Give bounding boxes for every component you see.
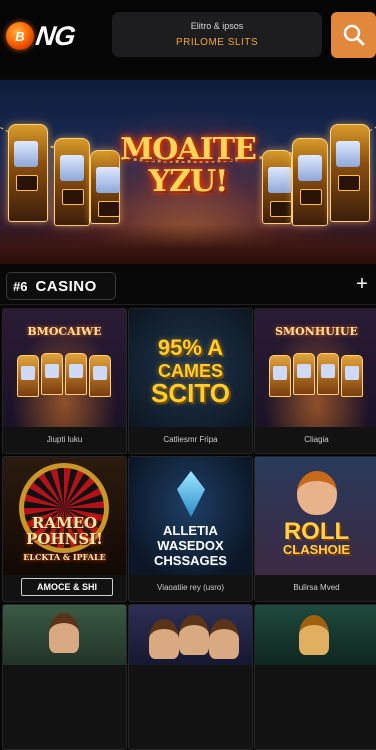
game-art-title: ALLETIA WASEDOX CHSSAGES (129, 523, 252, 568)
game-art-line: CLASHOIE (282, 542, 351, 557)
search-icon (343, 24, 364, 46)
promo-title: PRILOME SLITS (175, 37, 259, 48)
game-thumbnail (255, 605, 376, 665)
game-thumbnail: SMONHUIUE (255, 309, 376, 427)
game-art-title: SMONHUIUE (275, 325, 358, 338)
game-caption: Viaoatiie rey (usro) (157, 583, 224, 592)
slot-machine-illustration (17, 355, 39, 397)
game-art-line: ELCKTA & IPFALE (23, 552, 106, 562)
plus-icon: + (356, 272, 368, 295)
logo-text: NG (33, 20, 77, 51)
character-illustration (209, 619, 239, 659)
game-card[interactable]: SMONHUIUE Cliagia (254, 308, 376, 454)
game-card[interactable]: ALLETIA WASEDOX CHSSAGES Viaoatiie rey (… (128, 456, 253, 602)
app-header: B NG Elitro & ipsos PRILOME SLITS (0, 0, 376, 76)
game-art-line: WASEDOX (157, 538, 224, 553)
game-thumbnail (3, 605, 126, 665)
game-card[interactable]: RAMEO POHNSI! ELCKTA & IPFALE AMOCE & SH… (2, 456, 127, 602)
game-card[interactable]: 95% A CAMES SCITO Catliesmr Fripa (128, 308, 253, 454)
slot-machine-illustration (65, 353, 87, 395)
add-button[interactable]: + (352, 272, 372, 295)
slot-machine-illustration (8, 124, 48, 222)
game-thumbnail: RAMEO POHNSI! ELCKTA & IPFALE (3, 457, 126, 575)
hero-title-line1: MOAITE (120, 132, 257, 167)
category-label: CASINO (35, 277, 97, 295)
game-caption: Jiupti luku (46, 435, 83, 444)
hero-banner[interactable]: MOAITE YZU! (0, 80, 376, 264)
slot-machine-illustration (89, 355, 111, 397)
promo-banner[interactable]: Elitro & ipsos PRILOME SLITS (112, 12, 322, 57)
hero-title-line2: YZU! (148, 164, 229, 199)
character-illustration (297, 471, 337, 515)
game-caption: Catliesmr Fripa (163, 435, 218, 444)
logo-badge: B (6, 22, 34, 50)
character-illustration (179, 615, 209, 655)
game-art-title: ROLL CLASHOIE (255, 518, 376, 557)
search-button[interactable] (331, 12, 376, 58)
category-count: #6 (13, 278, 28, 294)
slot-machine-illustration (341, 355, 363, 397)
game-art-title: 95% A CAMES SCITO (129, 335, 252, 408)
play-button[interactable]: AMOCE & SHI (21, 578, 113, 596)
games-grid: BMOCAIWE Jiupti luku 95% A CAMES SCITO C… (0, 306, 376, 750)
game-art-line: POHNSI! (26, 530, 103, 548)
game-thumbnail: 95% A CAMES SCITO (129, 309, 252, 427)
category-bar: #6 CASINO (0, 268, 376, 305)
game-thumbnail: ROLL CLASHOIE (255, 457, 376, 575)
slot-machine-illustration (41, 353, 63, 395)
slot-machine-illustration (293, 353, 315, 395)
game-art-line: CHSSAGES (154, 553, 227, 568)
game-thumbnail (129, 605, 252, 665)
character-illustration (149, 619, 179, 659)
game-thumbnail: BMOCAIWE (3, 309, 126, 427)
character-illustration (299, 615, 329, 655)
game-art-title: BMOCAIWE (27, 325, 102, 338)
slot-machine-illustration (330, 124, 370, 222)
game-art-line: SCITO (151, 378, 230, 408)
game-art-title: RAMEO POHNSI! ELCKTA & IPFALE (5, 515, 124, 565)
game-art-line: 95% A (157, 335, 224, 360)
game-caption: Cliagia (304, 435, 329, 444)
game-thumbnail: ALLETIA WASEDOX CHSSAGES (129, 457, 252, 575)
game-card[interactable] (2, 604, 127, 750)
slot-machine-illustration (269, 355, 291, 397)
game-card[interactable] (254, 604, 376, 750)
game-caption: Bulirsa Mved (293, 583, 340, 592)
hero-title: MOAITE YZU! (70, 134, 306, 198)
crystal-icon (177, 471, 205, 517)
character-illustration (49, 613, 79, 653)
tab-casino[interactable]: #6 CASINO (6, 272, 116, 300)
slot-machine-illustration (317, 353, 339, 395)
promo-subtitle: Elitro & ipsos (190, 21, 244, 31)
game-card[interactable] (128, 604, 253, 750)
game-card[interactable]: BMOCAIWE Jiupti luku (2, 308, 127, 454)
game-art-line: ALLETIA (163, 523, 218, 538)
brand-logo[interactable]: B NG (6, 20, 102, 52)
game-card[interactable]: ROLL CLASHOIE Bulirsa Mved (254, 456, 376, 602)
game-art-line: ROLL (283, 518, 350, 545)
casino-floor (0, 224, 376, 264)
